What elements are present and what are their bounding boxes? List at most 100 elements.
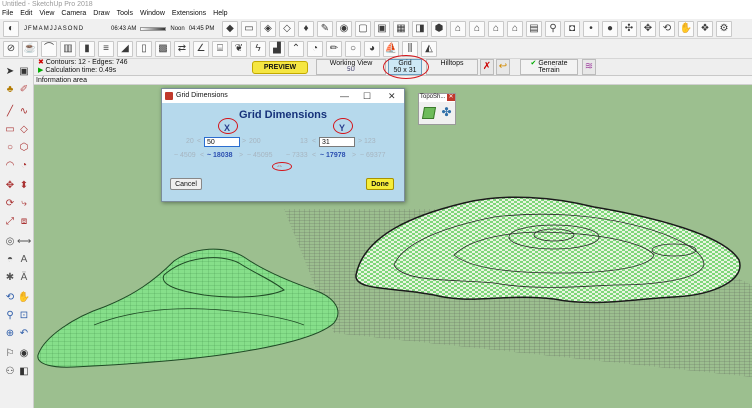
preview-button[interactable]: PREVIEW (252, 61, 308, 74)
hilltops-button[interactable]: Hilltops (426, 59, 478, 75)
pie-arc-icon[interactable]: ◔ (17, 159, 31, 173)
close-x-icon[interactable]: ✖ (38, 59, 46, 66)
done-button[interactable]: Done (366, 178, 394, 190)
axes-icon[interactable]: ✱ (3, 271, 17, 285)
protractor-icon[interactable]: ◓ (3, 253, 17, 267)
roof-icon[interactable]: ⌃ (288, 40, 304, 57)
flip-icon[interactable]: ⇄ (174, 40, 190, 57)
menu-view[interactable]: View (39, 9, 54, 19)
teapot-icon[interactable]: ☕ (22, 40, 38, 57)
pan-tool-icon[interactable]: ✋ (17, 291, 31, 305)
no-icon[interactable]: ⊘ (3, 40, 19, 57)
circle-tool-icon[interactable]: ○ (3, 141, 17, 155)
minimize-icon[interactable]: — (340, 89, 349, 103)
offset-icon[interactable]: ⧈ (17, 215, 31, 229)
x-increase-icon[interactable]: > (242, 138, 246, 145)
angle-icon[interactable]: ∠ (193, 40, 209, 57)
line-icon[interactable]: ╱ (3, 105, 17, 119)
stairs-icon[interactable]: ⌸ (212, 40, 228, 57)
xray-icon[interactable]: ▢ (355, 20, 371, 37)
close-icon[interactable]: ✕ (388, 89, 396, 103)
menu-help[interactable]: Help (213, 9, 227, 19)
texture-icon[interactable]: ▦ (393, 20, 409, 37)
rectangle-icon[interactable]: ▭ (3, 123, 17, 137)
y-decrease-icon[interactable]: < (312, 138, 316, 145)
menu-tools[interactable]: Tools (117, 9, 133, 19)
tag-icon[interactable]: ◈ (260, 20, 276, 37)
clear-icon[interactable]: ✗ (480, 59, 494, 75)
iso-icon[interactable]: ⬢ (431, 20, 447, 37)
pan-icon[interactable]: ✋ (678, 20, 694, 37)
wall-icon[interactable]: ▟ (269, 40, 285, 57)
dimension-icon[interactable]: ⟷ (17, 235, 31, 249)
box-icon[interactable]: ▭ (241, 20, 257, 37)
orbit-tool-icon[interactable]: ⟲ (3, 291, 17, 305)
select-arrow-icon[interactable]: ➤ (3, 65, 17, 79)
tape-measure-icon[interactable]: ◎ (3, 235, 17, 249)
target-icon[interactable]: ✣ (621, 20, 637, 37)
rotated-rect-icon[interactable]: ◇ (17, 123, 31, 137)
component-icon[interactable]: ◇ (279, 20, 295, 37)
bucket-icon[interactable]: ♦ (298, 20, 314, 37)
boat-icon[interactable]: ⛵ (383, 40, 399, 57)
section-plane-icon[interactable]: ◧ (17, 365, 31, 379)
tower-icon[interactable]: ▮ (79, 40, 95, 57)
position-camera-icon[interactable]: ⚐ (3, 347, 17, 361)
component-select-icon[interactable]: ▣ (17, 65, 31, 79)
menu-file[interactable]: File (2, 9, 13, 19)
fan-tool-icon[interactable]: ✤ (440, 106, 453, 119)
zoom-icon[interactable]: ⚲ (3, 309, 17, 323)
dot-icon[interactable]: • (583, 20, 599, 37)
stack-icon[interactable]: ≡ (98, 40, 114, 57)
look-around-icon[interactable]: ◉ (17, 347, 31, 361)
scale-icon[interactable]: ⤢ (3, 215, 17, 229)
menu-window[interactable]: Window (140, 9, 165, 19)
front-icon[interactable]: ⌂ (469, 20, 485, 37)
sandbox-icon[interactable]: ▩ (155, 40, 171, 57)
menu-extensions[interactable]: Extensions (172, 9, 206, 19)
sphere-icon[interactable]: ● (602, 20, 618, 37)
previous-view-icon[interactable]: ↶ (17, 327, 31, 341)
cancel-button[interactable]: Cancel (170, 178, 202, 190)
rotate-icon[interactable]: ⟳ (3, 197, 17, 211)
move-tool-icon[interactable]: ✥ (3, 179, 17, 193)
cube-icon[interactable]: ◆ (222, 20, 238, 37)
menu-camera[interactable]: Camera (61, 9, 86, 19)
eraser-icon[interactable]: ✐ (17, 83, 31, 97)
ratio-lock-icon[interactable]: ⇔ (276, 163, 283, 170)
zoom-window-icon[interactable]: ⊡ (17, 309, 31, 323)
shadow-toggle-icon[interactable]: ◐ (3, 20, 19, 37)
followme-icon[interactable]: ⤷ (17, 197, 31, 211)
leaf-icon[interactable]: ❦ (231, 40, 247, 57)
bolt-icon[interactable]: ϟ (250, 40, 266, 57)
magnify-icon[interactable]: ⚲ (545, 20, 561, 37)
y-input[interactable]: 31 (319, 137, 355, 147)
settings-icon[interactable]: ⚙ (716, 20, 732, 37)
undo-arrow-icon[interactable]: ↩ (496, 59, 510, 75)
y-increase-icon[interactable]: > (358, 138, 362, 145)
polygon-icon[interactable]: ⬡ (17, 141, 31, 155)
3d-text-icon[interactable]: Ä (17, 271, 31, 285)
left-icon[interactable]: ⌂ (507, 20, 523, 37)
top-icon[interactable]: ▤ (526, 20, 542, 37)
plane-icon[interactable]: ◭ (421, 40, 437, 57)
maximize-icon[interactable]: ☐ (363, 89, 371, 103)
ramp-icon[interactable]: ◢ (117, 40, 133, 57)
mono-icon[interactable]: ◨ (412, 20, 428, 37)
x-input[interactable]: 50 (204, 137, 240, 147)
zoom-extents-icon[interactable]: ⊕ (3, 327, 17, 341)
palette-close-icon[interactable]: ✕ (447, 94, 455, 101)
eye-icon[interactable]: ◉ (336, 20, 352, 37)
move-icon[interactable]: ✥ (640, 20, 656, 37)
menu-draw[interactable]: Draw (93, 9, 109, 19)
shadow-time-slider[interactable]: 06:43 AM Noon 04:45 PM (111, 26, 219, 32)
house-icon[interactable]: ⌂ (450, 20, 466, 37)
wave-icon[interactable]: ≋ (582, 59, 596, 75)
freehand-icon[interactable]: ∿ (17, 105, 31, 119)
section-icon[interactable]: ◘ (564, 20, 580, 37)
paint-bucket-icon[interactable]: ♣ (3, 83, 17, 97)
circle-icon[interactable]: ○ (345, 40, 361, 57)
time-slider-track[interactable] (140, 26, 167, 31)
walk-icon[interactable]: ⚇ (3, 365, 17, 379)
text-icon[interactable]: A (17, 253, 31, 267)
